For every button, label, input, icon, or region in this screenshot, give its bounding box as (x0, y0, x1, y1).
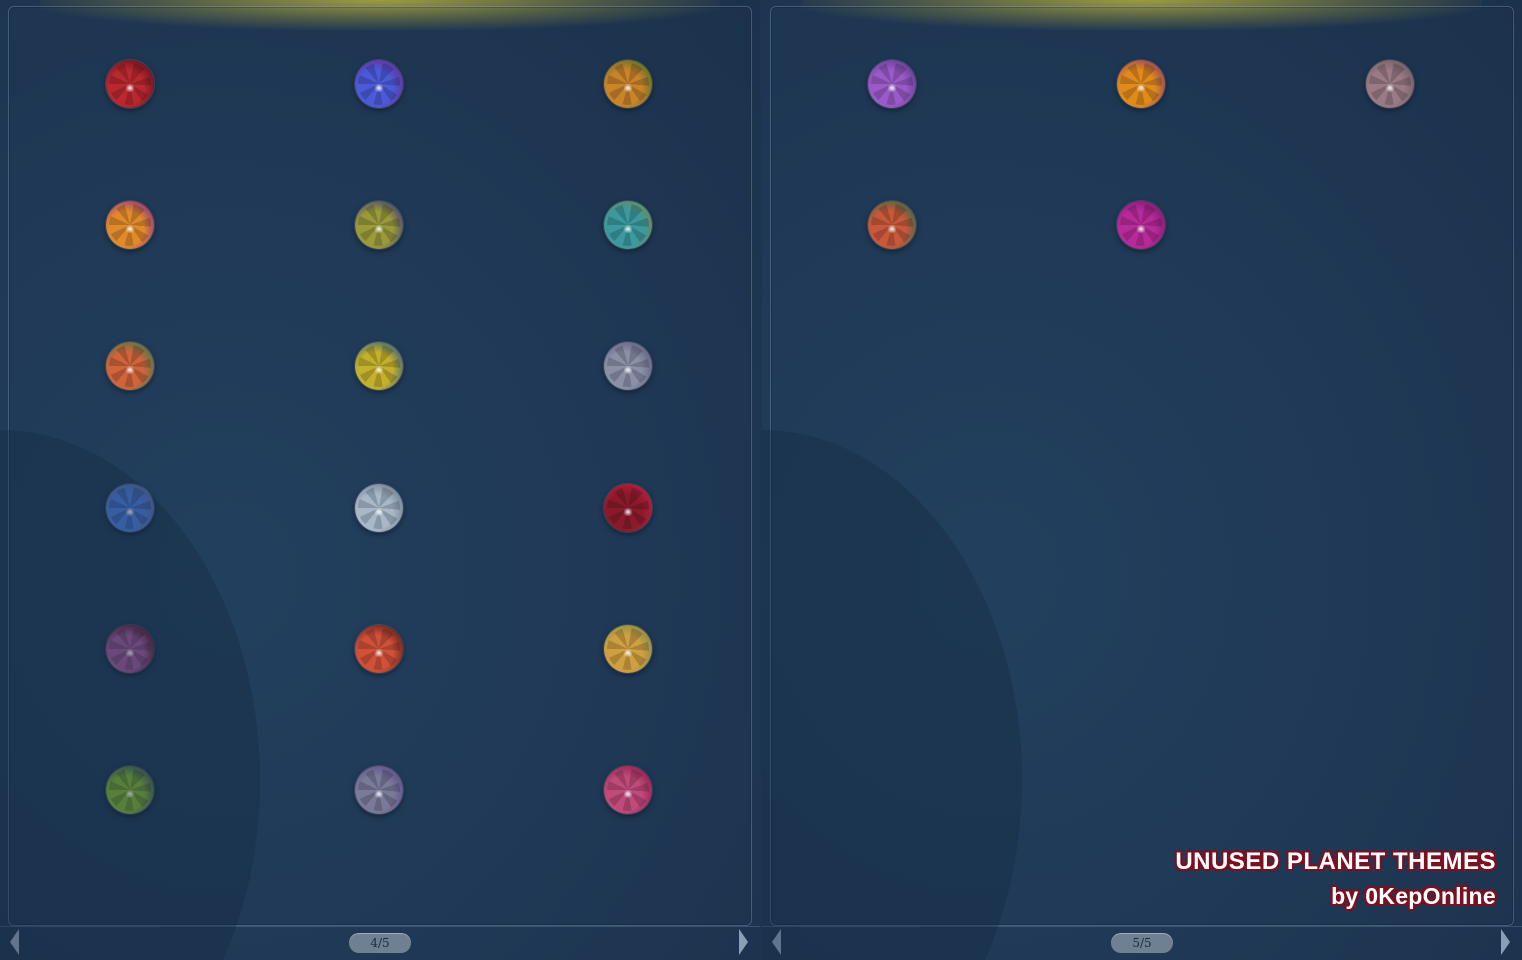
panel-frame (770, 6, 1514, 926)
planet-theme-honey-sage-icon[interactable] (604, 624, 652, 673)
planet-theme-amber-green-icon[interactable] (604, 60, 652, 108)
planet-theme-ember-icon[interactable] (355, 624, 403, 673)
planet-theme-lime-slate-icon[interactable] (106, 766, 154, 814)
planet-theme-dark-orchid-icon[interactable] (106, 624, 154, 673)
planet-theme-tangerine-icon[interactable] (1117, 60, 1165, 108)
planet-theme-ice-grey-icon[interactable] (355, 483, 403, 532)
planet-theme-lavender-icon[interactable] (868, 60, 916, 108)
planet-theme-rose-magenta-icon[interactable] (604, 766, 652, 814)
caption-title: UNUSED PLANET THEMES (1175, 848, 1496, 875)
planet-theme-orange-magenta-icon[interactable] (106, 201, 154, 250)
planet-theme-olive-indigo-icon[interactable] (355, 201, 403, 250)
planet-theme-mauve-stone-icon[interactable] (1366, 60, 1414, 108)
planet-theme-dusk-rose-icon[interactable] (355, 766, 403, 814)
planet-theme-fuchsia-icon[interactable] (1117, 201, 1165, 250)
theme-page-panel-left: 4/5 (0, 0, 760, 960)
planet-theme-crimson-icon[interactable] (106, 60, 154, 108)
planet-theme-violet-blue-icon[interactable] (355, 60, 403, 108)
next-page-arrow-icon[interactable] (739, 929, 748, 955)
next-page-arrow-icon[interactable] (1501, 929, 1510, 955)
planet-theme-gallery: 4/5 5/5 UNUSED PLANET THEMES by 0KepOnli… (0, 0, 1522, 960)
planet-theme-blood-red-icon[interactable] (604, 483, 652, 532)
planet-theme-teal-sand-icon[interactable] (604, 201, 652, 250)
credits-caption: UNUSED PLANET THEMES by 0KepOnline (1175, 846, 1496, 914)
caption-author: by 0KepOnline (1331, 883, 1496, 909)
previous-page-arrow-icon[interactable] (772, 929, 781, 955)
planet-theme-azure-icon[interactable] (106, 483, 154, 532)
page-indicator: 5/5 (1111, 933, 1173, 953)
planet-theme-terracotta-jade-icon[interactable] (868, 201, 916, 250)
theme-page-panel-right: 5/5 UNUSED PLANET THEMES by 0KepOnline (762, 0, 1522, 960)
previous-page-arrow-icon[interactable] (10, 929, 19, 955)
page-indicator: 4/5 (349, 933, 411, 953)
